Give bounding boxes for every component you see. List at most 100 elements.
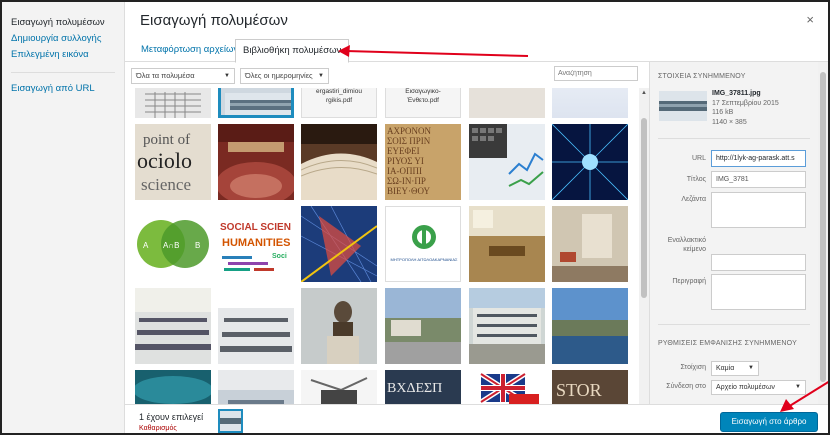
sidebar-scrollbar[interactable] — [818, 62, 828, 404]
document-filename: Εισαγωγικο- — [405, 88, 441, 95]
grid-scrollbar[interactable]: ▲ — [639, 88, 649, 404]
attachment-thumbnail[interactable] — [385, 288, 461, 364]
venn-label: A∩B — [163, 241, 179, 250]
attachment-thumbnail[interactable] — [469, 88, 545, 118]
insert-into-post-button[interactable]: Εισαγωγή στο άρθρο — [720, 412, 818, 432]
description-field[interactable] — [711, 274, 806, 310]
attachment-thumbnail[interactable]: ΑΧΡΟΝΟΝ ΣΟΙΣ ΠΡΙΝ ΕΥΕΦΕΙ ΡΙΥΟΣ ΥΙ ΙΑ-ΟΠΠ… — [385, 124, 461, 200]
menu-insert-from-url[interactable]: Εισαγωγή από URL — [2, 81, 124, 97]
document-filename: ergastiri_dimiou — [316, 88, 362, 95]
attachment-thumbnail[interactable]: STOR — [552, 370, 628, 404]
attachment-filename: IMG_37811.jpg — [712, 90, 761, 97]
attachment-thumbnail[interactable] — [552, 206, 628, 282]
menu-separator — [11, 72, 115, 73]
wordcloud-text: Soci — [272, 253, 287, 260]
attachment-thumbnail[interactable]: point of ociolo science — [135, 124, 211, 200]
alt-text-field[interactable] — [711, 254, 806, 271]
date-filter-value: Όλες οι ημερομηνίες — [245, 71, 313, 80]
scroll-up-icon[interactable]: ▲ — [641, 90, 647, 96]
attachment-thumbnail[interactable]: A A∩B B — [135, 206, 211, 282]
attachment-thumbnail[interactable] — [301, 124, 377, 200]
attachment-document[interactable]: Εισαγωγικο- Ένθετο.pdf — [385, 88, 461, 118]
attachment-thumbnail[interactable]: ΒΧΔΕΣΠ — [385, 370, 461, 404]
title-field[interactable]: IMG_3781 — [711, 171, 806, 188]
sociology-text: science — [141, 175, 191, 194]
document-filename: rgikis.pdf — [325, 97, 352, 104]
venn-label: B — [195, 241, 200, 250]
inscription-text: ΣΩ-ΙΝ·ΠΡ — [387, 176, 426, 186]
tab-upload-files[interactable]: Μεταφόρτωση αρχείων — [135, 39, 244, 62]
inscription-text: ΒΙΕΥ·ΘΟΥ — [387, 186, 431, 196]
close-icon[interactable]: × — [806, 12, 814, 27]
caption-label: Λεζάντα — [681, 196, 706, 203]
attachment-thumbnail[interactable] — [218, 370, 294, 404]
divider — [658, 138, 810, 139]
attachment-thumbnail[interactable] — [301, 206, 377, 282]
attachment-thumbnail[interactable]: SOCIAL SCIEN HUMANITIES Soci — [218, 206, 294, 282]
attachment-thumbnail-selected[interactable] — [218, 88, 294, 118]
book-text: STOR — [556, 380, 602, 400]
attachment-details-sidebar: ΣΤΟΙΧΕΙΑ ΣΥΝΗΜΜΕΝΟΥ IMG_37811.jpg 17 Σεπ… — [649, 62, 818, 404]
url-label: URL — [691, 155, 706, 162]
selected-attachment-thumbnail[interactable] — [218, 409, 243, 433]
alignment-label: Στοίχιση — [680, 364, 706, 371]
link-to-label: Σύνδεση στο — [666, 383, 706, 390]
inscription-text: ΕΥΕΦΕΙ — [387, 146, 420, 156]
scrollbar-thumb[interactable] — [820, 72, 826, 382]
attachment-thumbnail[interactable] — [552, 288, 628, 364]
media-footer-toolbar: 1 έχουν επιλεγεί Καθαρισμός Εισαγωγή στο… — [125, 404, 828, 433]
attachment-preview — [659, 91, 707, 121]
router-tabs: Μεταφόρτωση αρχείων Βιβλιοθήκη πολυμέσων — [125, 39, 828, 63]
attachment-thumbnail[interactable] — [469, 124, 545, 200]
attachment-thumbnail[interactable]: ΜΗΤΡΟΠΟΛΗ ΑΙΤΩΛΟΑΚΑΡΝΑΝΙΑΣ — [385, 206, 461, 282]
menu-insert-media[interactable]: Εισαγωγή πολυμέσων — [2, 15, 124, 31]
attachment-thumbnail[interactable] — [218, 288, 294, 364]
modal-title: Εισαγωγή πολυμέσων — [140, 12, 288, 29]
menu-featured-image[interactable]: Επιλεγμένη εικόνα — [2, 47, 124, 63]
attachment-thumbnail[interactable] — [469, 206, 545, 282]
type-filter-select[interactable]: Όλα τα πολυμέσα ▼ — [131, 68, 235, 84]
divider — [658, 324, 810, 325]
link-to-select[interactable]: Αρχείο πολυμέσων ▼ — [711, 380, 806, 395]
attachment-thumbnail[interactable] — [469, 288, 545, 364]
caption-field[interactable] — [711, 192, 806, 228]
chevron-down-icon: ▼ — [224, 73, 230, 79]
description-label: Περιγραφή — [672, 278, 706, 285]
attachment-thumbnail[interactable] — [218, 124, 294, 200]
clear-selection-link[interactable]: Καθαρισμός — [139, 425, 177, 432]
attachment-thumbnail[interactable] — [135, 88, 211, 118]
scrollbar-thumb[interactable] — [641, 118, 647, 298]
media-modal: Εισαγωγή πολυμέσων Δημιουργία συλλογής Ε… — [0, 0, 830, 435]
attachment-document[interactable]: ergastiri_dimiou rgikis.pdf — [301, 88, 377, 118]
alignment-select[interactable]: Καμία ▼ — [711, 361, 759, 376]
sociology-text: ociolo — [137, 148, 192, 173]
attachment-thumbnail[interactable] — [301, 370, 377, 404]
keyboard-text: ΒΧΔΕΣΠ — [387, 381, 442, 396]
attachment-thumbnail[interactable] — [135, 288, 211, 364]
attachment-thumbnail[interactable] — [469, 370, 545, 404]
attachment-date: 17 Σεπτεμβρίου 2015 — [712, 99, 779, 107]
wordcloud-text: HUMANITIES — [222, 237, 290, 249]
chevron-down-icon: ▼ — [318, 73, 324, 79]
display-settings-heading: ΡΥΘΜΙΣΕΙΣ ΕΜΦΑΝΙΣΗΣ ΣΥΝΗΜΜΕΝΟΥ — [658, 340, 797, 347]
attachment-thumbnail[interactable] — [135, 370, 211, 404]
attachment-thumbnail[interactable] — [301, 288, 377, 364]
url-field[interactable]: http://1lyk-ag-parask.att.s — [711, 150, 806, 167]
chevron-down-icon: ▼ — [748, 365, 754, 371]
alignment-value: Καμία — [716, 365, 735, 372]
date-filter-select[interactable]: Όλες οι ημερομηνίες ▼ — [240, 68, 329, 84]
media-menu: Εισαγωγή πολυμέσων Δημιουργία συλλογής Ε… — [2, 2, 125, 433]
selection-count: 1 έχουν επιλεγεί — [139, 412, 204, 422]
menu-create-gallery[interactable]: Δημιουργία συλλογής — [2, 31, 124, 47]
attachment-thumbnail[interactable] — [552, 124, 628, 200]
attachments-grid: ergastiri_dimiou rgikis.pdf Εισαγωγικο- … — [131, 88, 639, 404]
search-input[interactable] — [554, 66, 638, 81]
inscription-text: ΑΧΡΟΝΟΝ — [387, 126, 432, 136]
attachment-info: IMG_37811.jpg 17 Σεπτεμβρίου 2015 116 kB… — [712, 89, 779, 127]
attachment-details-heading: ΣΤΟΙΧΕΙΑ ΣΥΝΗΜΜΕΝΟΥ — [658, 73, 746, 80]
attachment-thumbnail[interactable] — [552, 88, 628, 118]
tab-media-library[interactable]: Βιβλιοθήκη πολυμέσων — [235, 39, 350, 63]
alt-text-label: Εναλλακτικό — [667, 237, 706, 244]
title-label: Τίτλος — [686, 176, 706, 183]
document-filename: Ένθετο.pdf — [407, 97, 439, 104]
